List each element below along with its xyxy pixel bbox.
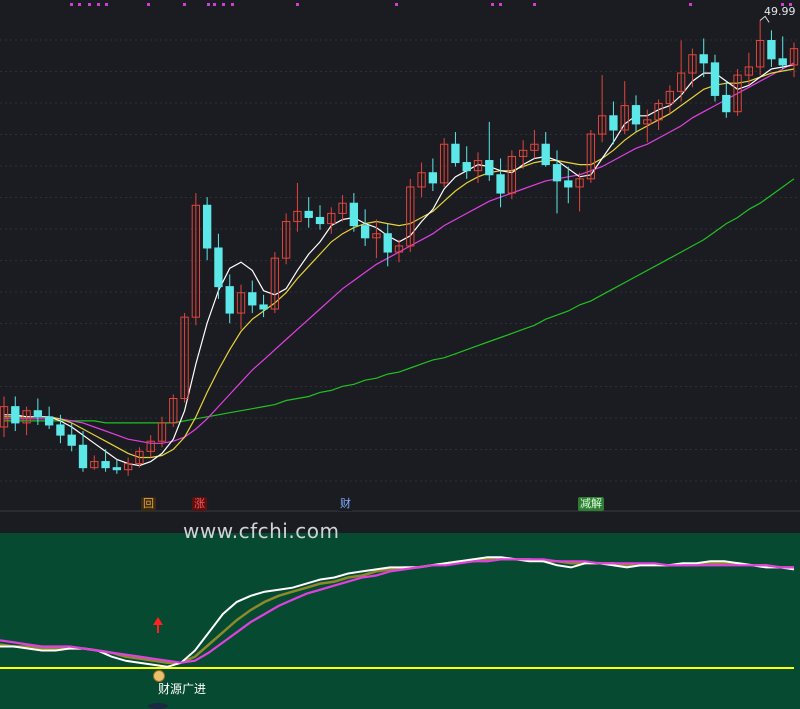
- top-marker: [491, 3, 494, 6]
- candle-body: [462, 162, 471, 172]
- top-marker: [213, 3, 216, 6]
- candle-body: [101, 461, 110, 469]
- indicator-line-olive: [0, 558, 794, 664]
- candle-body: [349, 202, 359, 227]
- indicator-chart: [0, 556, 795, 709]
- top-marker: [88, 3, 91, 6]
- candle-body: [67, 434, 76, 446]
- candle-body: [225, 286, 234, 314]
- candle-body: [112, 467, 122, 471]
- candle-body: [44, 416, 54, 426]
- signal-tag-jianjie[interactable]: 减解: [578, 497, 604, 511]
- top-marker: [222, 3, 225, 6]
- indicator-line-magenta: [0, 558, 794, 664]
- top-marker: [296, 3, 299, 6]
- candle-body: [778, 58, 787, 66]
- candle-body: [710, 62, 720, 96]
- candle-body: [248, 292, 257, 306]
- candle-body: [552, 164, 562, 182]
- ma-line-white: [4, 64, 795, 467]
- top-marker: [231, 3, 234, 6]
- high-price-label: 49.99: [764, 5, 796, 18]
- candle-body: [722, 94, 731, 113]
- candle-body: [767, 40, 776, 60]
- candle-body: [383, 233, 392, 253]
- signal-tag-zhang[interactable]: 涨: [192, 497, 207, 511]
- candle-body: [11, 406, 20, 424]
- candle-body: [56, 424, 65, 436]
- price-chart-panel[interactable]: [0, 0, 800, 512]
- candle-body: [214, 247, 223, 288]
- candle-body: [631, 105, 641, 125]
- candle-body: [428, 172, 438, 184]
- candle-body: [315, 216, 325, 225]
- top-marker: [689, 3, 692, 6]
- top-marker: [105, 3, 108, 6]
- top-marker: [147, 3, 150, 6]
- candle-body: [33, 410, 43, 418]
- indicator-line-white: [0, 556, 795, 668]
- signal-label: 财源广进: [158, 682, 207, 696]
- top-marker: [207, 3, 210, 6]
- candle-body: [202, 204, 212, 249]
- top-marker: [78, 3, 81, 6]
- top-marker: [499, 3, 502, 6]
- top-marker: [533, 3, 536, 6]
- candle-body: [304, 210, 313, 218]
- candle-body: [699, 54, 708, 64]
- top-marker: [97, 3, 100, 6]
- scroll-handle: [148, 703, 168, 709]
- signal-tag-hui[interactable]: 回: [141, 497, 156, 511]
- signal-arrow-head: [153, 617, 163, 625]
- candle-body: [360, 225, 370, 239]
- top-marker: [70, 3, 73, 6]
- candlestick-chart: [0, 3, 800, 512]
- candle-body: [609, 115, 618, 131]
- candle-body: [78, 444, 88, 469]
- top-marker: [183, 3, 186, 6]
- candle-body: [451, 143, 460, 164]
- candle-body: [496, 174, 505, 194]
- watermark: www.cfchi.com: [183, 519, 340, 543]
- ma-line-yellow: [4, 68, 795, 459]
- chart-separator: [0, 512, 800, 533]
- signal-tag-cai[interactable]: 财: [338, 497, 353, 511]
- candle-body: [541, 143, 550, 166]
- candle-body: [485, 160, 494, 176]
- top-marker: [395, 3, 398, 6]
- candle-body: [259, 304, 268, 310]
- candle-body: [564, 180, 573, 188]
- indicator-panel[interactable]: [0, 533, 800, 709]
